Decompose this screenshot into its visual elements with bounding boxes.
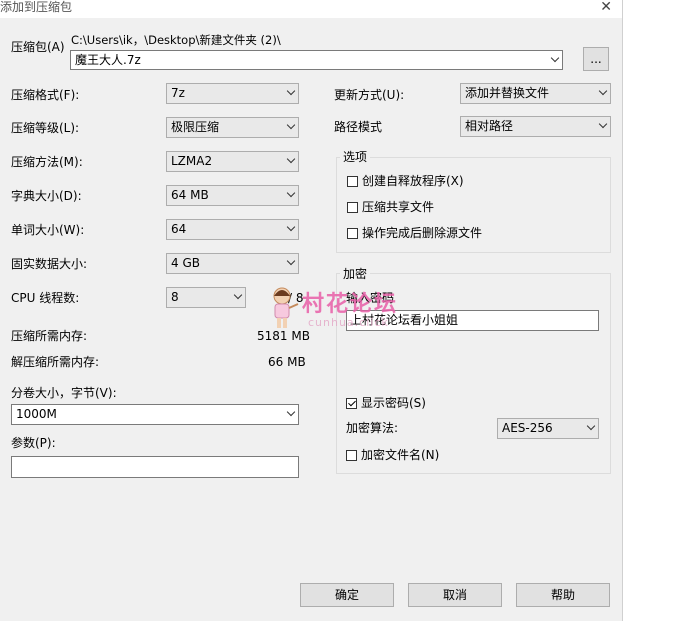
checkbox-box-checked[interactable] (346, 397, 357, 409)
delete-after-checkbox[interactable]: 操作完成后删除源文件 (347, 226, 482, 240)
pathmode-value: 相对路径 (465, 119, 514, 133)
delete-after-label: 操作完成后删除源文件 (362, 226, 483, 240)
chevron-down-icon (286, 120, 296, 130)
level-select[interactable]: 极限压缩 (166, 117, 299, 138)
chevron-down-icon (586, 421, 596, 431)
level-label: 压缩等级(L): (11, 121, 80, 135)
word-value: 64 (171, 222, 187, 236)
sfx-label: 创建自释放程序(X) (362, 174, 464, 188)
add-to-archive-dialog: 添加到压缩包 ✕ 压缩包(A) C:\Users\ik，\Desktop\新建文… (0, 0, 623, 621)
format-label: 压缩格式(F): (11, 88, 80, 102)
cpu-label: CPU 线程数: (11, 291, 80, 305)
chevron-down-icon (286, 154, 296, 164)
chevron-down-icon (233, 290, 243, 300)
options-title: 选项 (340, 150, 371, 164)
params-input[interactable] (11, 456, 299, 478)
ok-button[interactable]: 确定 (300, 583, 394, 607)
compress-memory-label: 压缩所需内存: (11, 329, 88, 343)
cancel-button[interactable]: 取消 (408, 583, 502, 607)
title-bar: 添加到压缩包 ✕ (0, 0, 622, 18)
chevron-down-icon (286, 188, 296, 198)
help-button[interactable]: 帮助 (516, 583, 610, 607)
archive-label: 压缩包(A) (11, 40, 65, 54)
update-value: 添加并替换文件 (465, 86, 550, 100)
chevron-down-icon (286, 222, 296, 232)
word-select[interactable]: 64 (166, 219, 299, 240)
password-input[interactable]: 上村花论坛看小姐姐 (346, 310, 599, 331)
decompress-memory-label: 解压缩所需内存: (11, 355, 100, 369)
password-label: 输入密码 (346, 291, 395, 305)
shared-files-label: 压缩共享文件 (362, 200, 435, 214)
show-password-label: 显示密码(S) (361, 396, 426, 410)
decompress-memory-value: 66 MB (268, 355, 306, 369)
cpu-value: 8 (171, 290, 179, 304)
volume-label: 分卷大小，字节(V): (11, 386, 117, 400)
volume-combo[interactable]: 1000M (11, 404, 299, 425)
archive-name-value: 魔王大人.7z (75, 53, 141, 67)
encrypt-names-label: 加密文件名(N) (361, 448, 440, 462)
archive-name-combo[interactable]: 魔王大人.7z (70, 50, 563, 70)
method-value: LZMA2 (171, 154, 213, 168)
dict-value: 64 MB (171, 188, 209, 202)
dict-label: 字典大小(D): (11, 189, 82, 203)
update-label: 更新方式(U): (334, 88, 405, 102)
enc-method-select[interactable]: AES-256 (497, 418, 599, 439)
archive-path: C:\Users\ik，\Desktop\新建文件夹 (2)\ (71, 33, 281, 47)
pathmode-select[interactable]: 相对路径 (460, 116, 611, 137)
chevron-down-icon[interactable] (550, 53, 560, 63)
compress-memory-value: 5181 MB (257, 329, 310, 343)
dict-select[interactable]: 64 MB (166, 185, 299, 206)
chevron-down-icon (598, 86, 608, 96)
checkbox-box[interactable] (346, 449, 357, 461)
checkbox-box[interactable] (347, 201, 358, 213)
pathmode-label: 路径模式 (334, 120, 383, 134)
method-select[interactable]: LZMA2 (166, 151, 299, 172)
checkbox-box[interactable] (347, 175, 358, 187)
chevron-down-icon (598, 119, 608, 129)
chevron-down-icon[interactable] (286, 407, 296, 417)
method-label: 压缩方法(M): (11, 155, 83, 169)
window-title: 添加到压缩包 (0, 0, 73, 14)
cpu-max: / 8 (288, 291, 304, 305)
format-select[interactable]: 7z (166, 83, 299, 104)
format-value: 7z (171, 86, 185, 100)
enc-method-label: 加密算法: (346, 421, 399, 435)
update-select[interactable]: 添加并替换文件 (460, 83, 611, 104)
level-value: 极限压缩 (171, 120, 220, 134)
browse-button[interactable]: ... (583, 47, 609, 71)
solid-select[interactable]: 4 GB (166, 253, 299, 274)
show-password-checkbox[interactable]: 显示密码(S) (346, 396, 426, 410)
word-label: 单词大小(W): (11, 223, 85, 237)
volume-value: 1000M (16, 407, 57, 421)
solid-label: 固实数据大小: (11, 257, 88, 271)
encryption-title: 加密 (340, 267, 371, 281)
chevron-down-icon (286, 256, 296, 266)
sfx-checkbox[interactable]: 创建自释放程序(X) (347, 174, 464, 188)
encrypt-names-checkbox[interactable]: 加密文件名(N) (346, 448, 439, 462)
close-icon[interactable]: ✕ (600, 0, 612, 15)
params-label: 参数(P): (11, 436, 56, 450)
shared-files-checkbox[interactable]: 压缩共享文件 (347, 200, 434, 214)
enc-method-value: AES-256 (502, 421, 553, 435)
checkbox-box[interactable] (347, 227, 358, 239)
chevron-down-icon (286, 86, 296, 96)
solid-value: 4 GB (171, 256, 200, 270)
cpu-select[interactable]: 8 (166, 287, 246, 308)
